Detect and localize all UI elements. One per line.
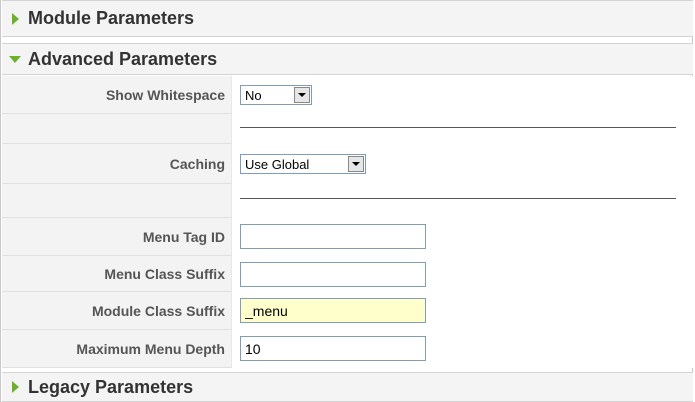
panel-header-advanced-parameters[interactable]: Advanced Parameters — [2, 43, 693, 75]
panel-title: Module Parameters — [28, 8, 195, 28]
panel-header-module-parameters[interactable]: Module Parameters — [2, 0, 693, 37]
separator-line — [240, 198, 676, 199]
caching-select[interactable]: Use Global — [240, 154, 366, 174]
dropdown-arrow-icon[interactable] — [348, 156, 364, 172]
param-label: Menu Class Suffix — [2, 256, 232, 292]
separator-line — [240, 127, 676, 128]
param-row-menu-class-suffix: Menu Class Suffix — [2, 256, 693, 292]
menu-tag-id-input[interactable] — [240, 224, 426, 249]
show-whitespace-select[interactable]: No — [240, 85, 312, 105]
param-label: Module Class Suffix — [2, 292, 232, 330]
param-row-module-class-suffix: Module Class Suffix — [2, 292, 693, 330]
param-label: Menu Tag ID — [2, 218, 232, 256]
param-row-show-whitespace: Show Whitespace No — [2, 76, 693, 114]
param-label: Show Whitespace — [2, 76, 232, 114]
param-label: Caching — [2, 144, 232, 184]
panel-title: Legacy Parameters — [28, 376, 194, 397]
param-row-spacer — [2, 114, 693, 144]
dropdown-arrow-icon[interactable] — [294, 87, 310, 103]
param-row-menu-tag-id: Menu Tag ID — [2, 218, 693, 256]
params-frame: Module Parameters Advanced Parameters Sh… — [0, 0, 693, 402]
max-menu-depth-input[interactable] — [240, 336, 426, 361]
expand-arrow-icon — [2, 12, 28, 25]
select-value: Use Global — [245, 156, 310, 172]
panel-header-legacy-parameters[interactable]: Legacy Parameters — [2, 372, 693, 402]
select-value: No — [245, 87, 262, 103]
expand-arrow-icon — [2, 381, 28, 393]
menu-class-suffix-input[interactable] — [240, 262, 426, 287]
param-row-spacer — [2, 184, 693, 218]
panel-title: Advanced Parameters — [28, 48, 218, 69]
param-row-max-menu-depth: Maximum Menu Depth — [2, 330, 693, 368]
param-label: Maximum Menu Depth — [2, 330, 232, 368]
module-class-suffix-input[interactable] — [240, 298, 426, 323]
collapse-arrow-icon — [2, 55, 28, 63]
param-row-caching: Caching Use Global — [2, 144, 693, 184]
